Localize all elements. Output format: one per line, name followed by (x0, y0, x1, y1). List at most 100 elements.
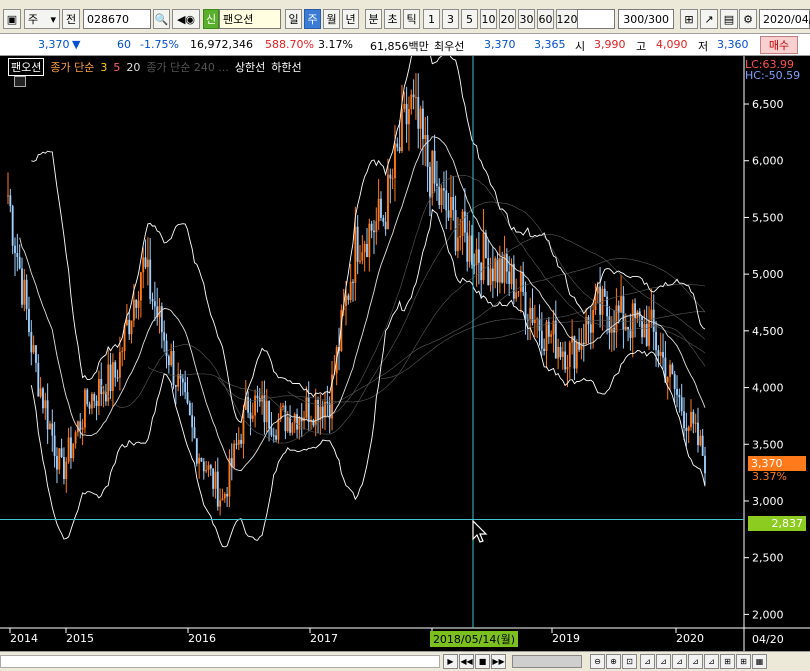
candle-body (272, 435, 275, 437)
tool-icon-6[interactable]: ⊞ (720, 654, 735, 669)
zoom-out-icon[interactable]: ⊖ (590, 654, 605, 669)
candle-body (233, 443, 236, 467)
gear-icon[interactable]: ⚙ (739, 9, 757, 29)
candle-body (289, 416, 291, 433)
zoom-in-icon[interactable]: ⊕ (606, 654, 621, 669)
candle-body (676, 388, 678, 395)
stock-name-field[interactable]: 팬오션 (219, 9, 281, 29)
tool-icon-3[interactable]: ⊿ (672, 654, 687, 669)
custom-interval-input[interactable] (577, 9, 615, 29)
period-tab-5[interactable]: 초 (384, 9, 401, 29)
indicator-icon[interactable]: ⊞ (680, 9, 698, 29)
credit-badge: 신 (203, 9, 219, 29)
candle-body (564, 351, 567, 370)
candle-body (137, 300, 140, 308)
quote-bar: 3,370 ▼ 60 -1.75% 16,972,346 588.70% 3.1… (0, 34, 810, 56)
interval-button-120[interactable]: 120 (556, 9, 578, 29)
candle-body (174, 384, 177, 387)
legend-name[interactable]: 팬오션 (8, 58, 45, 76)
candle-body (44, 400, 47, 409)
candle-body (375, 221, 378, 233)
candle-body (387, 174, 389, 230)
grid-icon[interactable] (14, 76, 26, 87)
y-tick-label: 2,500 (752, 552, 784, 565)
candle-body (615, 305, 618, 333)
legend-ma-5: 5 (113, 60, 121, 74)
stock-code-input[interactable]: 028670 (83, 9, 151, 29)
x-tick-label: 2014 (10, 632, 38, 645)
candle-body (545, 321, 548, 352)
fast-forward-icon[interactable]: ▶▶ (491, 654, 506, 669)
period-tab-1[interactable]: 주 (304, 9, 321, 29)
candle-body (666, 376, 669, 383)
candle-body (142, 257, 145, 273)
tool-icon-1[interactable]: ⊿ (640, 654, 655, 669)
legend-ma-20: 20 (126, 60, 141, 74)
candle-body (624, 326, 627, 330)
candle-body (128, 319, 131, 335)
tool-icon-5[interactable]: ⊿ (704, 654, 719, 669)
candle-body (608, 316, 611, 333)
candle-body (195, 438, 198, 464)
candle-body (265, 400, 268, 423)
price-chart[interactable]: 6,500 6,000 5,500 5,000 4,500 4,000 3,500 3,000… (0, 40, 810, 651)
zoom-reset-icon[interactable]: ⊡ (622, 654, 637, 669)
tool-icon-4[interactable]: ⊿ (688, 654, 703, 669)
interval-button-30[interactable]: 30 (518, 9, 535, 29)
candle-body (188, 402, 191, 416)
zoom-slider[interactable] (512, 655, 582, 668)
candle-body (16, 253, 19, 257)
tool-icon-7[interactable]: ⊞ (736, 654, 751, 669)
candle-body (491, 268, 494, 282)
candle-body (452, 196, 455, 211)
high-label: 고 (636, 40, 647, 53)
candle-body (170, 350, 173, 366)
interval-button-3[interactable]: 3 (442, 9, 459, 29)
candle-body (645, 323, 648, 346)
candle-body (172, 350, 175, 385)
toolbar: ▣ 주 ▾ 전 028670 🔍 ◀◉ 신 팬오션 일주월년분초틱 1 3 5 10 20… (0, 0, 810, 34)
mode-button[interactable]: 전 (62, 9, 80, 29)
x-tick-label: 2020 (676, 632, 704, 645)
interval-button-20[interactable]: 20 (499, 9, 516, 29)
buy-button[interactable]: 매수 (760, 36, 798, 54)
period-tab-2[interactable]: 월 (323, 9, 340, 29)
candle-body (554, 320, 557, 359)
rewind-icon[interactable]: ◀◀ (459, 654, 474, 669)
scroll-track[interactable] (0, 655, 440, 668)
candle-body (449, 196, 452, 218)
draw-icon[interactable]: ↗ (700, 9, 718, 29)
candle-body (487, 258, 490, 286)
period-tab-0[interactable]: 일 (285, 9, 302, 29)
search-icon[interactable]: 🔍 (153, 9, 170, 29)
count-field[interactable]: 300/300 (618, 9, 674, 29)
date-input[interactable]: 2020/04/ (759, 9, 810, 29)
candle-body (380, 198, 382, 218)
candle-body (221, 498, 224, 501)
scroll-right-icon[interactable]: ▶ (443, 654, 458, 669)
interval-button-5[interactable]: 5 (461, 9, 478, 29)
candle-body (223, 493, 226, 499)
candle-body (657, 350, 660, 356)
chart-menu-icon[interactable]: ▣ (3, 9, 21, 29)
candle-body (312, 419, 315, 426)
legend: 팬오션 종가 단순 3 5 20 종가 단순 240 ... 상한선 하한선 (8, 58, 302, 76)
sound-icon[interactable]: ◀◉ (172, 9, 200, 29)
period-tab-6[interactable]: 틱 (403, 9, 420, 29)
upper-band-line (31, 40, 706, 424)
candle-body (394, 143, 396, 179)
interval-button-1[interactable]: 1 (423, 9, 440, 29)
period-select[interactable]: 주 ▾ (24, 9, 60, 29)
candle-body (121, 351, 124, 353)
candle-body (389, 174, 392, 179)
interval-button-60[interactable]: 60 (537, 9, 554, 29)
period-tab-3[interactable]: 년 (342, 9, 359, 29)
candle-body (482, 232, 485, 281)
stop-icon[interactable]: ■ (475, 654, 490, 669)
period-tab-4[interactable]: 분 (365, 9, 382, 29)
candle-body (592, 310, 595, 333)
tool-icon-8[interactable]: ▦ (752, 654, 767, 669)
save-icon[interactable]: ▤ (720, 9, 738, 29)
tool-icon-2[interactable]: ⊿ (656, 654, 671, 669)
interval-button-10[interactable]: 10 (480, 9, 497, 29)
